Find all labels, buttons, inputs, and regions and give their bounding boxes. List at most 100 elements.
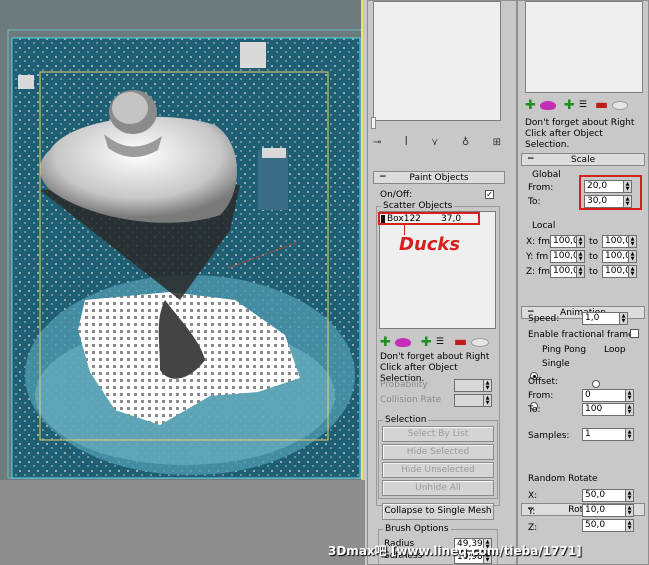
unhide-all-button[interactable]: Unhide All bbox=[382, 480, 494, 496]
fm-spinner[interactable]: 100,0 ▲ ▼ bbox=[550, 265, 585, 278]
speed-value[interactable]: 1,0 bbox=[582, 312, 620, 325]
hide-selected-button[interactable]: Hide Selected bbox=[382, 444, 494, 460]
axis-label: Y: fm bbox=[526, 251, 549, 262]
rotate-y-value[interactable]: 10,0 bbox=[582, 504, 626, 517]
remove-icon[interactable]: ▬ bbox=[454, 335, 467, 349]
offset-from-spinner[interactable]: 0 ▲ ▼ bbox=[582, 389, 634, 402]
loop-radio[interactable] bbox=[592, 380, 600, 388]
samples-value[interactable]: 1 bbox=[582, 428, 626, 441]
hide-unselected-button[interactable]: Hide Unselected bbox=[382, 462, 494, 478]
to-label: to bbox=[589, 236, 599, 247]
settings-icon[interactable]: ⊞ bbox=[493, 137, 501, 148]
add-teapot-icon-right[interactable]: ✚ bbox=[525, 99, 536, 112]
annotation-ducks: Ducks bbox=[399, 234, 461, 255]
check-icon: ✓ bbox=[486, 190, 493, 199]
offset-to-spinner[interactable]: 100 ▲ ▼ bbox=[582, 403, 634, 416]
offset-to-label: To: bbox=[528, 405, 541, 415]
local-scale-row-z: Z: fm 100,0 ▲ ▼ to 100,0 ▲ ▼ bbox=[526, 265, 646, 278]
modifier-toolbar: ⊸ ꟾ ⋎ ♁ ⊞ bbox=[373, 134, 501, 150]
object-list-right[interactable] bbox=[525, 1, 643, 93]
command-panel-right: ✚ ✚ ☰ ▬ Don't forget about Right Click a… bbox=[517, 0, 649, 565]
right-click-note-right: Don't forget about Right Click after Obj… bbox=[525, 118, 635, 150]
fm-value[interactable]: 100,0 bbox=[550, 235, 577, 248]
global-label: Global bbox=[532, 170, 561, 180]
viewport[interactable] bbox=[0, 0, 363, 480]
add-list-icon[interactable]: ✚ bbox=[421, 336, 432, 349]
scale-to-spinner[interactable]: 30,0 ▲ ▼ bbox=[584, 195, 632, 208]
local-scale-row-y: Y: fm 100,0 ▲ ▼ to 100,0 ▲ ▼ bbox=[526, 250, 646, 263]
scale-to-value[interactable]: 30,0 bbox=[584, 195, 624, 208]
fm-spinner[interactable]: 100,0 ▲ ▼ bbox=[550, 250, 585, 263]
fractional-frames-checkbox[interactable] bbox=[630, 329, 639, 338]
collision-rate-spinner[interactable]: ▲ ▼ bbox=[454, 394, 492, 407]
list-buttons: ✚ ✚ ☰ ▬ bbox=[380, 335, 498, 349]
command-panel-middle: ⊸ ꟾ ⋎ ♁ ⊞ − Paint Objects On/Off: ✓ Scat… bbox=[367, 0, 517, 565]
to-spinner[interactable]: 100,0 ▲ ▼ bbox=[602, 265, 638, 278]
rotate-x-spinner[interactable]: 50,0 ▲ ▼ bbox=[582, 489, 634, 502]
local-label: Local bbox=[532, 221, 556, 231]
collapse-icon: − bbox=[379, 172, 387, 182]
list-icon-right[interactable]: ☰ bbox=[579, 100, 587, 110]
collapse-icon: − bbox=[527, 154, 535, 164]
collision-rate-label: Collision Rate bbox=[380, 395, 442, 405]
fractional-frames-label: Enable fractional frames bbox=[528, 330, 639, 340]
to-spinner[interactable]: 100,0 ▲ ▼ bbox=[602, 235, 638, 248]
scale-from-value[interactable]: 20,0 bbox=[584, 180, 624, 193]
add-list-icon-right[interactable]: ✚ bbox=[564, 99, 575, 112]
selection-label: Selection bbox=[383, 415, 429, 425]
probability-spinner[interactable]: ▲ ▼ bbox=[454, 379, 492, 392]
fork-icon[interactable]: ꟾ bbox=[405, 137, 408, 148]
rotate-x-value[interactable]: 50,0 bbox=[582, 489, 626, 502]
offset-from-label: From: bbox=[528, 391, 554, 401]
scale-rollout-header[interactable]: − Scale bbox=[521, 153, 645, 166]
fm-value[interactable]: 100,0 bbox=[550, 250, 577, 263]
to-value[interactable]: 100,0 bbox=[602, 235, 630, 248]
offset-from-value[interactable]: 0 bbox=[582, 389, 626, 402]
select-by-list-button[interactable]: Select By List bbox=[382, 426, 494, 442]
speed-spinner[interactable]: 1,0 ▲ ▼ bbox=[582, 312, 628, 325]
list-buttons-right: ✚ ✚ ☰ ▬ bbox=[525, 98, 643, 112]
rotate-z-value[interactable]: 50,0 bbox=[582, 519, 626, 532]
rollout-title: Paint Objects bbox=[409, 172, 469, 183]
to-value[interactable]: 100,0 bbox=[602, 250, 630, 263]
fm-spinner[interactable]: 100,0 ▲ ▼ bbox=[550, 235, 585, 248]
hand-icon[interactable]: ♁ bbox=[462, 137, 469, 148]
scale-from-spinner[interactable]: 20,0 ▲ ▼ bbox=[584, 180, 632, 193]
collapse-to-single-mesh-button[interactable]: Collapse to Single Mesh bbox=[382, 503, 494, 520]
offset-to-value[interactable]: 100 bbox=[582, 403, 626, 416]
fm-value[interactable]: 100,0 bbox=[550, 265, 577, 278]
scale-from-label: From: bbox=[528, 183, 554, 193]
teapot-icon[interactable] bbox=[394, 337, 411, 347]
rotate-x-label: X: bbox=[528, 491, 538, 501]
single-label: Single bbox=[542, 359, 570, 369]
probability-label: Probability bbox=[380, 380, 428, 390]
to-spinner[interactable]: 100,0 ▲ ▼ bbox=[602, 250, 638, 263]
scale-to-label: To: bbox=[528, 197, 541, 207]
list-item-box122[interactable]: Box122 37,0 bbox=[378, 212, 480, 225]
axis-label: X: fm bbox=[526, 236, 550, 247]
to-label: to bbox=[589, 251, 599, 262]
list-item-value: 37,0 bbox=[441, 213, 462, 224]
add-teapot-icon[interactable]: ✚ bbox=[380, 336, 391, 349]
onoff-checkbox[interactable]: ✓ bbox=[485, 190, 494, 199]
rotate-z-spinner[interactable]: 50,0 ▲ ▼ bbox=[582, 519, 634, 532]
offset-label: Offset: bbox=[528, 377, 559, 387]
samples-spinner[interactable]: 1 ▲ ▼ bbox=[582, 428, 634, 441]
list-item-name: Box122 bbox=[387, 213, 421, 224]
remove-icon-right[interactable]: ▬ bbox=[595, 98, 608, 112]
eye-icon-right[interactable] bbox=[612, 100, 629, 110]
eye-icon[interactable] bbox=[471, 337, 490, 347]
color-swatch-icon bbox=[381, 214, 385, 223]
pingpong-label: Ping Pong bbox=[542, 345, 587, 355]
to-value[interactable]: 100,0 bbox=[602, 265, 630, 278]
scroll-handle[interactable] bbox=[371, 117, 376, 129]
lightbulb-icon[interactable]: ⋎ bbox=[431, 137, 438, 148]
teapot-icon-right[interactable] bbox=[539, 100, 556, 110]
list-icon[interactable]: ☰ bbox=[436, 337, 444, 347]
object-list-top[interactable] bbox=[373, 1, 501, 121]
pin-icon[interactable]: ⊸ bbox=[373, 137, 381, 148]
paint-objects-rollout-header[interactable]: − Paint Objects bbox=[373, 171, 505, 184]
scatter-objects-list[interactable] bbox=[379, 211, 496, 329]
rotate-y-spinner[interactable]: 10,0 ▲ ▼ bbox=[582, 504, 634, 517]
viewport-scene bbox=[0, 0, 361, 480]
